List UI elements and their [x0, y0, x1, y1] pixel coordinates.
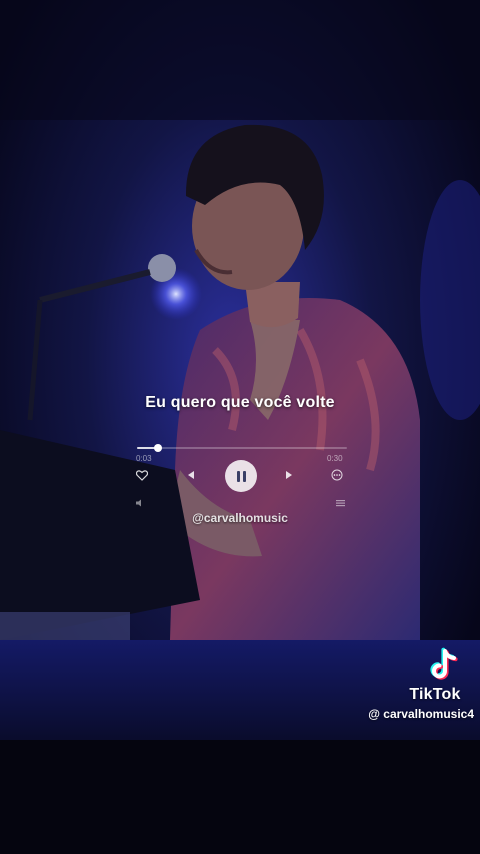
lyric-caption: Eu quero que você volte — [145, 394, 335, 411]
heart-icon[interactable] — [135, 468, 149, 482]
tiktok-logo-icon — [430, 647, 458, 680]
speaker-icon[interactable] — [134, 498, 146, 508]
progress-bar[interactable] — [137, 444, 347, 452]
time-total: 0:30 — [327, 454, 343, 463]
previous-icon[interactable] — [184, 468, 198, 482]
progress-knob[interactable] — [154, 444, 162, 452]
tiktok-username: @ carvalhomusic4 — [368, 707, 474, 721]
source-handle: @carvalhomusic — [192, 511, 288, 525]
pause-icon — [236, 470, 240, 482]
time-elapsed: 0:03 — [136, 454, 152, 463]
tiktok-brand: TikTok — [409, 686, 461, 703]
more-icon[interactable] — [330, 468, 344, 482]
next-icon[interactable] — [282, 468, 296, 482]
concert-photo-background — [0, 0, 480, 854]
pause-button[interactable] — [225, 460, 257, 492]
menu-icon[interactable] — [334, 498, 346, 508]
